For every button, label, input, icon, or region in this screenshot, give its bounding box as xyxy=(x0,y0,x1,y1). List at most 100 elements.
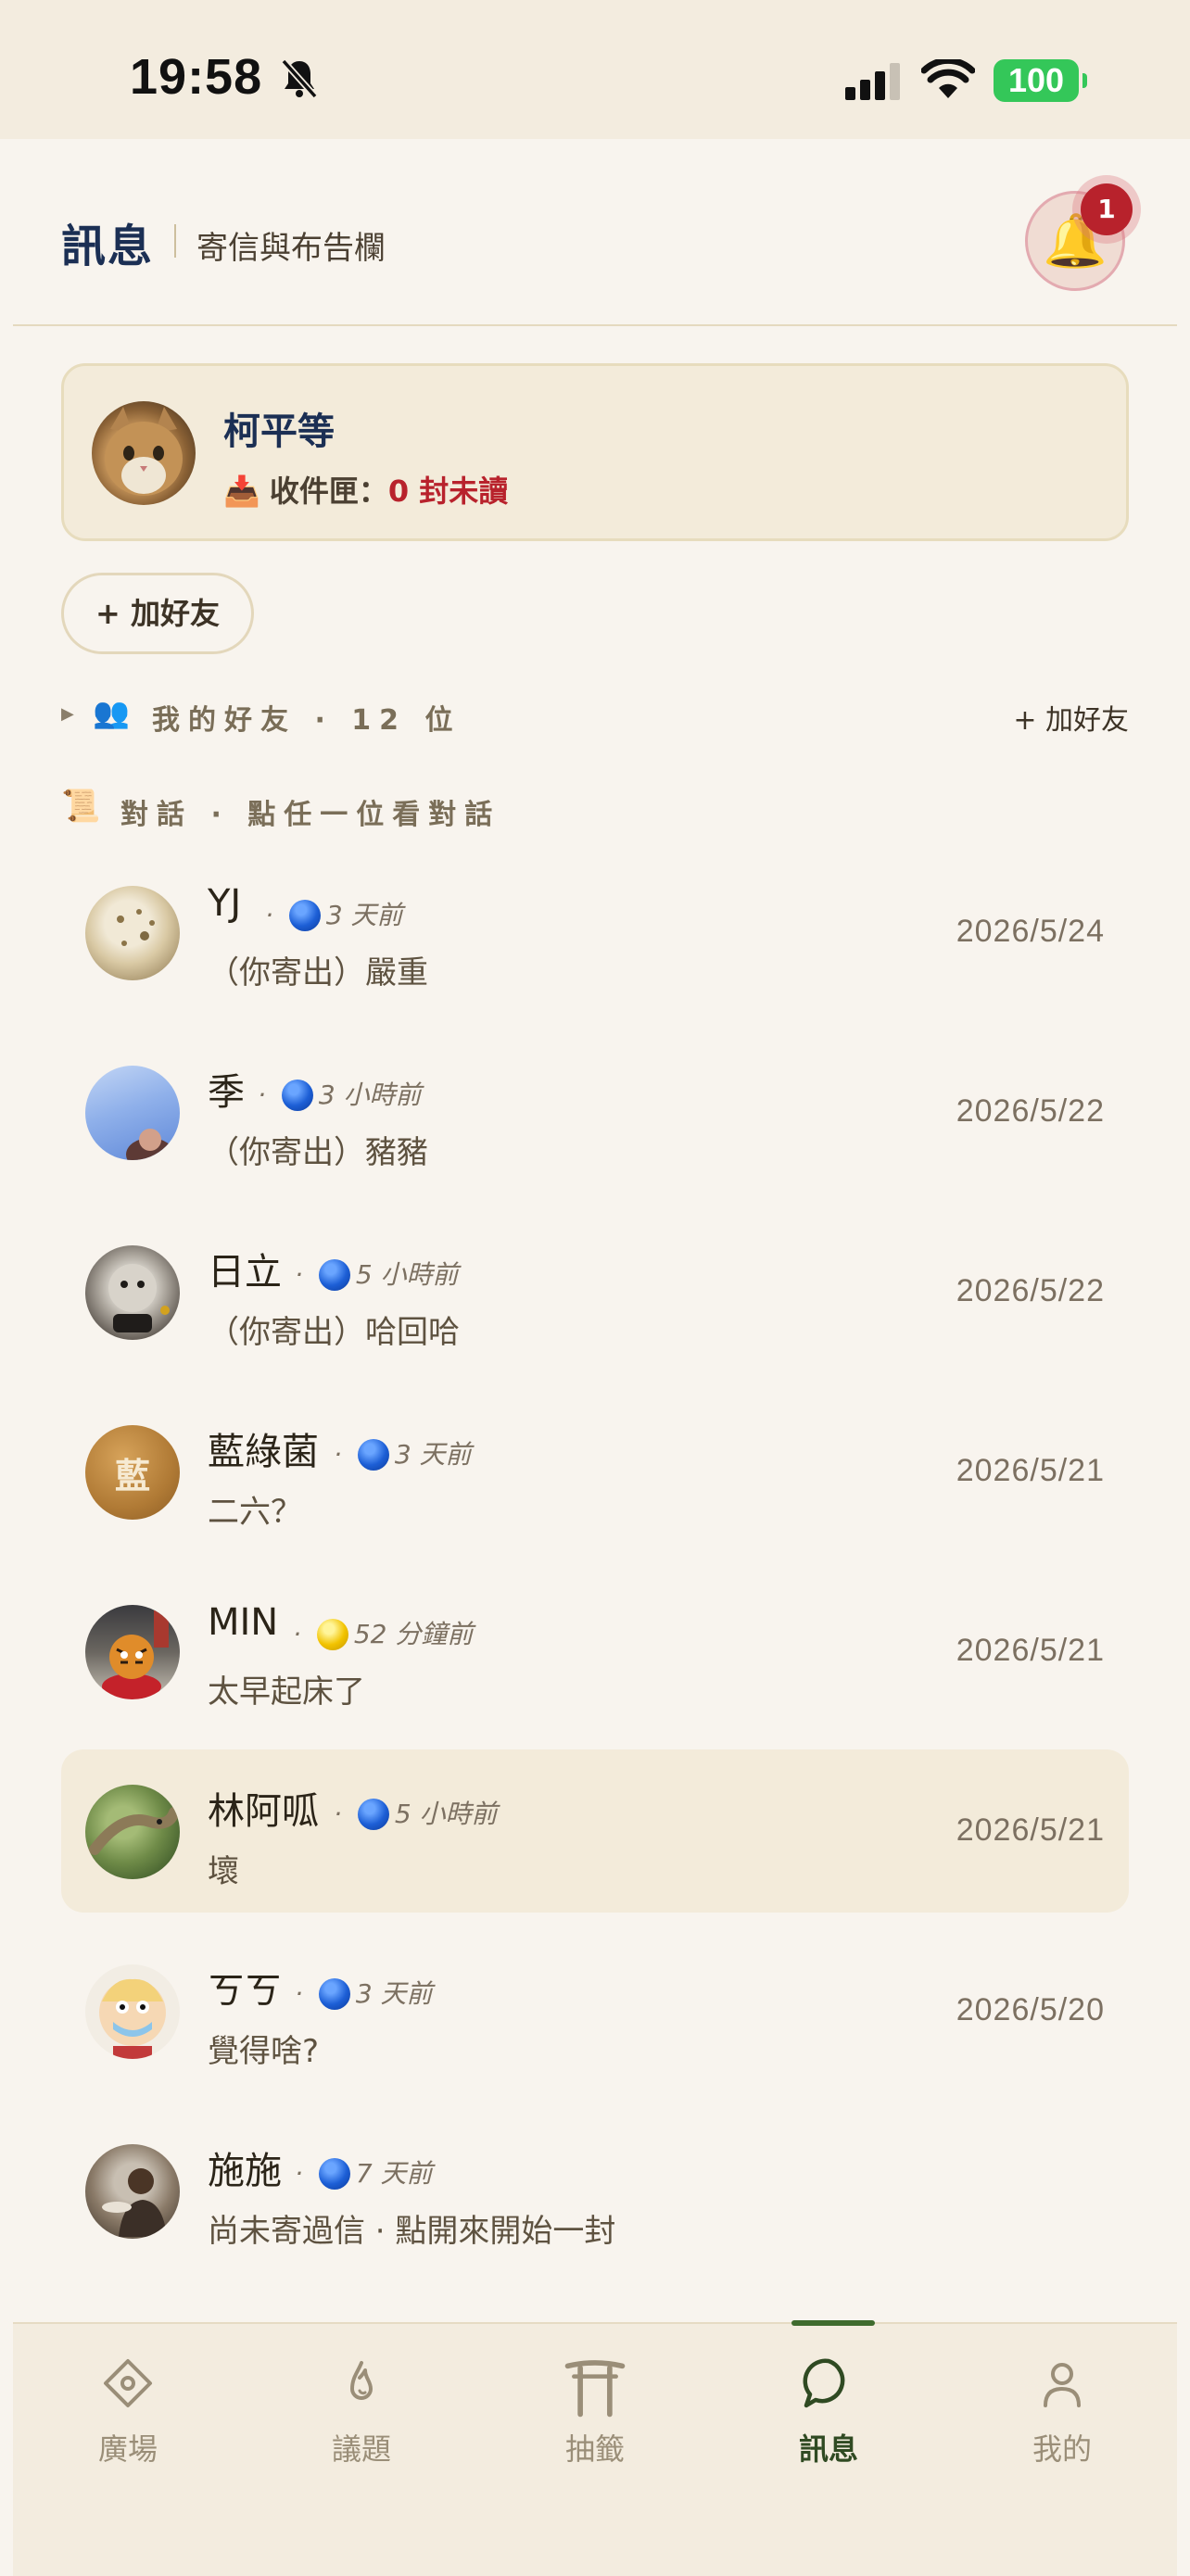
nav-label: 我的 xyxy=(1032,2431,1092,2467)
title-divider xyxy=(174,224,176,258)
message-date: 2026/5/20 xyxy=(956,1992,1105,2027)
friends-section-toggle[interactable]: ▶ 👥 我的好友 · 12 位 + 加好友 xyxy=(61,693,1129,738)
notification-badge: 1 xyxy=(1081,183,1133,235)
last-message: （你寄出）哈回哈 xyxy=(208,1314,460,1351)
profile-name: 柯平等 xyxy=(223,410,335,453)
conversation-item[interactable]: 藍 藍綠菌 · 3 天前 二六？ 2026/5/21 xyxy=(61,1390,1129,1553)
last-message: （你寄出）豬豬 xyxy=(208,1134,428,1171)
contact-name: 季 xyxy=(208,1071,245,1114)
status-dot-icon xyxy=(357,1439,389,1471)
last-message: 尚未寄過信 · 點開來開始一封 xyxy=(208,2213,616,2250)
avatar-initial: 藍 xyxy=(114,1455,150,1496)
nav-tab-plaza[interactable]: 廣場 xyxy=(54,2355,202,2469)
avatar xyxy=(85,2144,180,2239)
last-seen: · 3 天前 xyxy=(295,1978,433,2010)
battery-icon: 100 xyxy=(994,59,1087,102)
status-bar: 19:58 100 xyxy=(0,0,1190,139)
status-dot-icon xyxy=(281,1080,313,1111)
torii-gate-icon xyxy=(564,2360,626,2418)
header-divider xyxy=(13,324,1177,326)
nav-tab-messages[interactable]: 訊息 xyxy=(754,2355,903,2469)
last-seen: · 3 天前 xyxy=(265,900,403,931)
cellular-signal-icon xyxy=(845,63,900,100)
add-friend-button[interactable]: + 加好友 xyxy=(61,573,254,654)
inbox-tray-icon: 📥 xyxy=(223,474,260,509)
nav-tab-draw[interactable]: 抽籤 xyxy=(521,2355,669,2469)
last-message: 二六？ xyxy=(208,1494,302,1531)
friends-add-link[interactable]: + 加好友 xyxy=(1013,697,1129,738)
conversation-item[interactable]: 林阿呱 · 5 小時前 壞 2026/5/21 xyxy=(61,1749,1129,1913)
page-header: 訊息 寄信與布告欄 🔔 1 xyxy=(0,139,1190,324)
scroll-icon: 📜 xyxy=(61,788,101,825)
inbox-label: 收件匣： xyxy=(269,474,388,509)
message-date: 2026/5/21 xyxy=(956,1633,1105,1668)
contact-name: ㄎㄎ xyxy=(208,1970,282,2013)
status-time: 19:58 xyxy=(130,49,263,105)
conversations-label: 對話 · 點任一位看對話 xyxy=(120,799,501,831)
last-seen: · 5 小時前 xyxy=(334,1799,498,1830)
avatar xyxy=(85,1785,180,1879)
cartoon-face-icon xyxy=(99,1978,166,2059)
message-date: 2026/5/21 xyxy=(956,1453,1105,1488)
caret-right-icon: ▶ xyxy=(61,704,74,724)
status-dot-icon xyxy=(318,1978,350,2010)
last-message: （你寄出）嚴重 xyxy=(208,954,428,991)
last-seen: · 3 天前 xyxy=(334,1439,472,1471)
friends-count-label: 我的好友 · 12 位 xyxy=(152,704,462,737)
last-seen: · 5 小時前 xyxy=(295,1259,459,1291)
status-dot-icon xyxy=(288,900,321,931)
avatar xyxy=(85,1605,180,1699)
status-dot-icon xyxy=(318,2158,350,2190)
last-message: 太早起床了 xyxy=(208,1673,365,1711)
avatar xyxy=(92,401,196,505)
active-tab-indicator xyxy=(791,2320,875,2326)
diamond-icon xyxy=(104,2359,152,2407)
profile-card[interactable]: 柯平等 📥 收件匣：0 封未讀 xyxy=(61,363,1129,541)
contact-name: 藍綠菌 xyxy=(208,1431,319,1473)
last-seen: · 3 小時前 xyxy=(258,1080,422,1111)
bottom-nav: 廣場 議題 抽籤 訊息 我的 xyxy=(13,2320,1177,2576)
status-dot-icon xyxy=(318,1259,350,1291)
chat-bubble-icon xyxy=(803,2358,845,2408)
wifi-icon xyxy=(921,59,975,98)
last-seen: · 7 天前 xyxy=(295,2158,433,2190)
lizard-photo-icon xyxy=(89,1807,180,1855)
sky-photo-icon xyxy=(126,1129,174,1160)
avatar xyxy=(85,1066,180,1160)
last-message: 壞 xyxy=(208,1853,239,1890)
contact-name: MIN xyxy=(208,1601,279,1644)
conversation-item[interactable]: MIN · 52 分鐘前 太早起床了 2026/5/21 xyxy=(61,1570,1129,1733)
conversation-item[interactable]: 季 · 3 小時前 （你寄出）豬豬 2026/5/22 xyxy=(61,1030,1129,1193)
nav-label: 訊息 xyxy=(798,2431,858,2467)
conversation-item[interactable]: YJ · 3 天前 （你寄出）嚴重 2026/5/24 xyxy=(61,851,1129,1014)
nav-label: 廣場 xyxy=(97,2431,158,2467)
page-title: 訊息 xyxy=(61,221,155,272)
tiger-figure-icon xyxy=(102,1610,169,1699)
person-photo-icon xyxy=(102,2168,167,2237)
cat-avatar-icon xyxy=(105,407,183,496)
nav-label: 議題 xyxy=(331,2431,391,2467)
avatar xyxy=(85,1964,180,2059)
nav-label: 抽籤 xyxy=(564,2431,625,2467)
conversation-item[interactable]: 日立 · 5 小時前 （你寄出）哈回哈 2026/5/22 xyxy=(61,1210,1129,1373)
message-date: 2026/5/21 xyxy=(956,1812,1105,1848)
message-date: 2026/5/22 xyxy=(956,1273,1105,1308)
avatar xyxy=(85,886,180,980)
inbox-status[interactable]: 📥 收件匣：0 封未讀 xyxy=(223,468,508,511)
contact-name: 林阿呱 xyxy=(208,1790,319,1833)
bun-photo-icon xyxy=(117,909,155,946)
nav-tab-profile[interactable]: 我的 xyxy=(988,2355,1136,2469)
unread-count: 0 封未讀 xyxy=(387,474,509,509)
status-dot-icon xyxy=(357,1799,389,1830)
person-icon xyxy=(1044,2363,1081,2407)
contact-name: 施施 xyxy=(208,2150,282,2192)
message-date: 2026/5/24 xyxy=(956,914,1105,949)
nav-tab-topics[interactable]: 議題 xyxy=(287,2355,436,2469)
status-dot-icon xyxy=(316,1619,348,1650)
conversation-item[interactable]: 施施 · 7 天前 尚未寄過信 · 點開來開始一封 xyxy=(61,2109,1129,2272)
conversation-item[interactable]: ㄎㄎ · 3 天前 覺得啥? 2026/5/20 xyxy=(61,1929,1129,2092)
contact-name: 日立 xyxy=(208,1251,282,1294)
avatar: 藍 xyxy=(85,1425,180,1520)
people-icon: 👥 xyxy=(93,695,130,730)
contact-name: YJ xyxy=(208,882,242,925)
